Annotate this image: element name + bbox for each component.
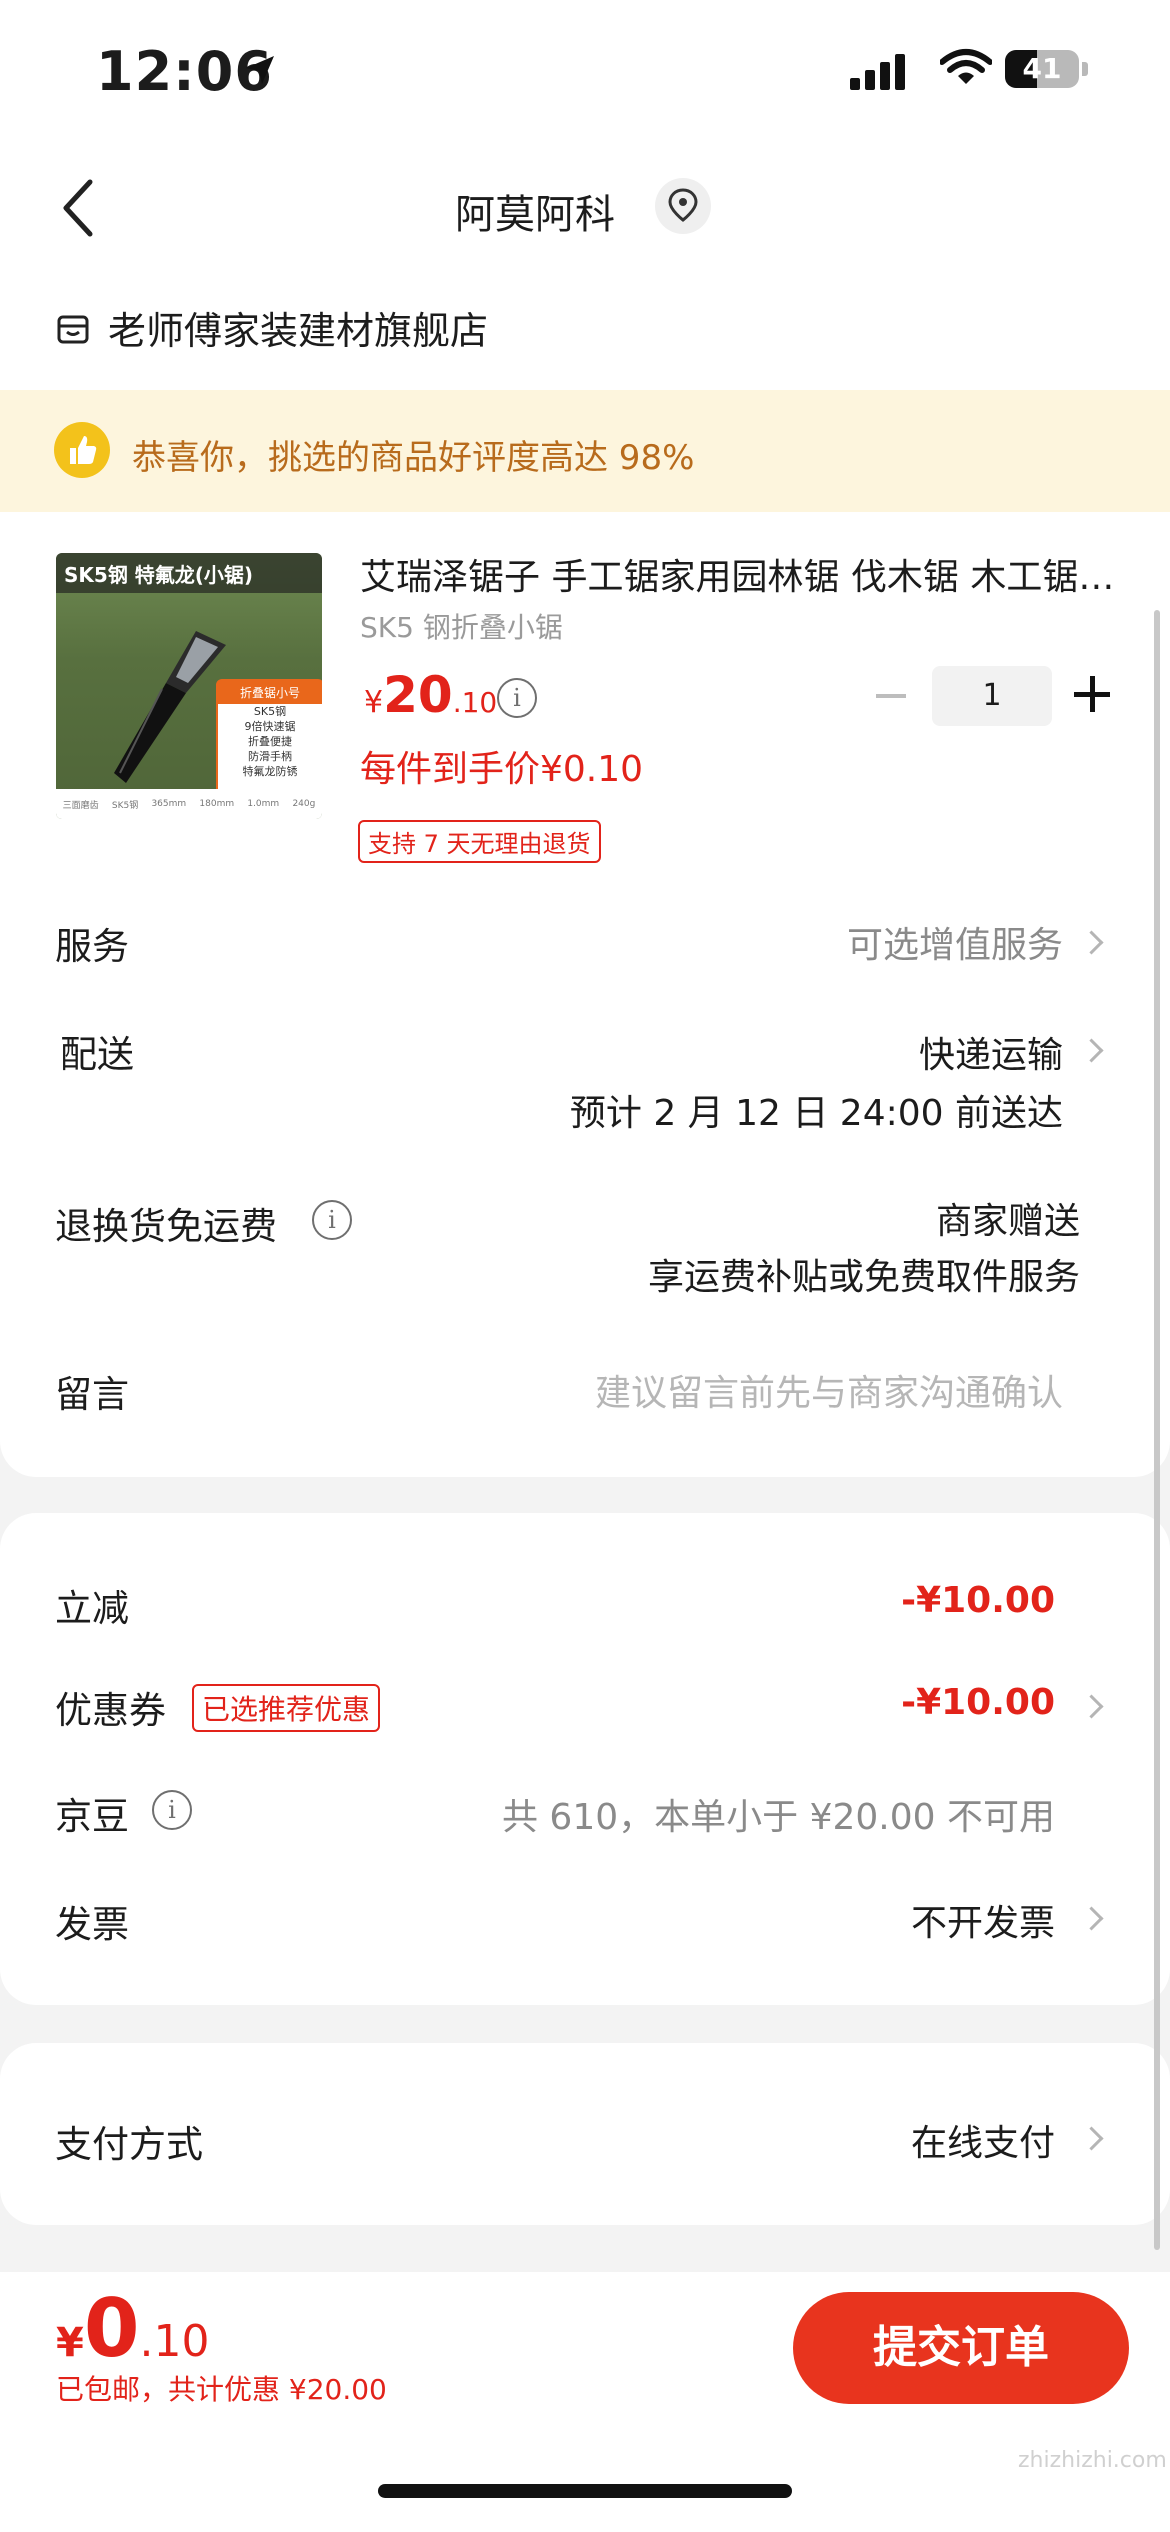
product-spec: SK5 钢折叠小锯 <box>360 611 563 644</box>
product-image-feature-box: 折叠锯小号 SK5钢 9倍快速锯 折叠便捷 防滑手柄 特氟龙防锈 <box>216 679 322 801</box>
battery-level: 41 <box>1022 52 1062 85</box>
payment-method-value[interactable]: 在线支付 <box>911 2114 1055 2166</box>
scrollbar[interactable] <box>1154 610 1160 2250</box>
thumbs-up-icon <box>54 422 110 478</box>
jingdou-info-icon[interactable]: i <box>152 1790 192 1830</box>
footer-spec: 365mm <box>151 799 187 809</box>
delivery-eta: 预计 2 月 12 日 24:00 前送达 <box>569 1093 1063 1134</box>
price-decimal: .10 <box>452 686 498 719</box>
instant-discount-value: -¥10.00 <box>901 1580 1055 1621</box>
total-currency: ¥ <box>56 2320 84 2366</box>
service-value[interactable]: 可选增值服务 <box>847 916 1063 968</box>
product-image-label: SK5钢 特氟龙(小锯) <box>64 563 254 587</box>
footer-spec: 180mm <box>199 799 235 809</box>
location-pin-button[interactable] <box>655 178 711 234</box>
coupon-label: 优惠券 <box>55 1689 166 1732</box>
jingdou-label: 京豆 <box>55 1795 129 1838</box>
total-subtitle: 已包邮，共计优惠 ¥20.00 <box>56 2373 387 2406</box>
feature-line: 特氟龙防锈 <box>242 765 298 778</box>
return-shipping-value: 商家赠送 <box>935 1201 1080 1242</box>
quantity-input[interactable]: 1 <box>932 666 1052 726</box>
footer-spec: SK5钢 <box>111 800 139 811</box>
order-total: ¥0.10 <box>56 2282 210 2375</box>
back-button[interactable] <box>60 178 96 242</box>
saw-graphic <box>114 631 226 783</box>
message-input[interactable]: 建议留言前先与商家沟通确认 <box>595 1364 1063 1416</box>
product-image[interactable]: SK5钢 特氟龙(小锯) 折叠锯小号 SK5钢 9倍快速锯 折叠便捷 防滑手柄 … <box>56 553 322 819</box>
per-item-price: 每件到手价¥0.10 <box>360 749 644 790</box>
location-pin-icon <box>668 188 698 222</box>
return-policy-tag: 支持 7 天无理由退货 <box>358 820 601 863</box>
footer-spec: 240g <box>292 799 316 809</box>
product-title[interactable]: 艾瑞泽锯子 手工锯家用园林锯 伐木锯 木工锯 手锯 <box>360 548 1120 600</box>
cellular-signal-icon <box>850 52 910 90</box>
location-arrow-icon <box>242 52 278 92</box>
battery-tip <box>1082 62 1088 76</box>
delivery-value[interactable]: 快递运输 <box>919 1026 1063 1078</box>
service-label: 服务 <box>55 925 129 968</box>
price-currency: ¥ <box>364 685 384 720</box>
payment-method-label: 支付方式 <box>55 2123 203 2166</box>
product-image-footer: 三面磨齿 SK5钢 365mm 180mm 1.0mm 240g <box>56 789 322 819</box>
return-info-icon[interactable]: i <box>312 1200 352 1240</box>
coupon-tag: 已选推荐优惠 <box>192 1684 381 1732</box>
price-integer: 20 <box>383 666 453 724</box>
store-name[interactable]: 老师傅家装建材旗舰店 <box>108 300 488 355</box>
wifi-icon <box>939 48 993 92</box>
coupon-value[interactable]: -¥10.00 <box>901 1682 1055 1723</box>
increase-quantity-button[interactable] <box>1074 676 1110 712</box>
invoice-value[interactable]: 不开发票 <box>911 1894 1055 1946</box>
feature-line: 9倍快速锯 <box>244 720 296 733</box>
footer-spec: 三面磨齿 <box>62 800 99 811</box>
total-decimal: .10 <box>139 2316 210 2367</box>
delivery-label: 配送 <box>60 1033 134 1076</box>
price-info-icon[interactable]: i <box>497 678 537 718</box>
feature-line: 防滑手柄 <box>248 750 292 763</box>
product-price: ¥20.10 <box>364 666 497 724</box>
return-shipping-label: 退换货免运费 <box>55 1205 277 1248</box>
invoice-label: 发票 <box>55 1903 129 1946</box>
feature-line: SK5钢 <box>253 705 287 718</box>
decrease-quantity-button[interactable] <box>876 694 906 698</box>
feature-box-title: 折叠锯小号 <box>218 681 322 704</box>
page-title: 阿莫阿科 <box>455 192 615 238</box>
watermark: zhizhizhi.com <box>1018 2448 1167 2473</box>
submit-order-button[interactable]: 提交订单 <box>793 2292 1129 2404</box>
jingdou-value: 共 610，本单小于 ¥20.00 不可用 <box>501 1797 1055 1838</box>
store-icon <box>56 312 90 350</box>
footer-spec: 1.0mm <box>247 799 280 809</box>
feature-line: 折叠便捷 <box>248 735 292 748</box>
home-indicator[interactable] <box>378 2484 792 2498</box>
instant-discount-label: 立减 <box>55 1587 129 1630</box>
battery-icon: 41 <box>1005 50 1079 88</box>
return-shipping-desc: 享运费补贴或免费取件服务 <box>647 1257 1080 1298</box>
banner-text: 恭喜你，挑选的商品好评度高达 98% <box>132 438 695 478</box>
message-label: 留言 <box>55 1373 129 1416</box>
total-integer: 0 <box>83 2282 140 2375</box>
